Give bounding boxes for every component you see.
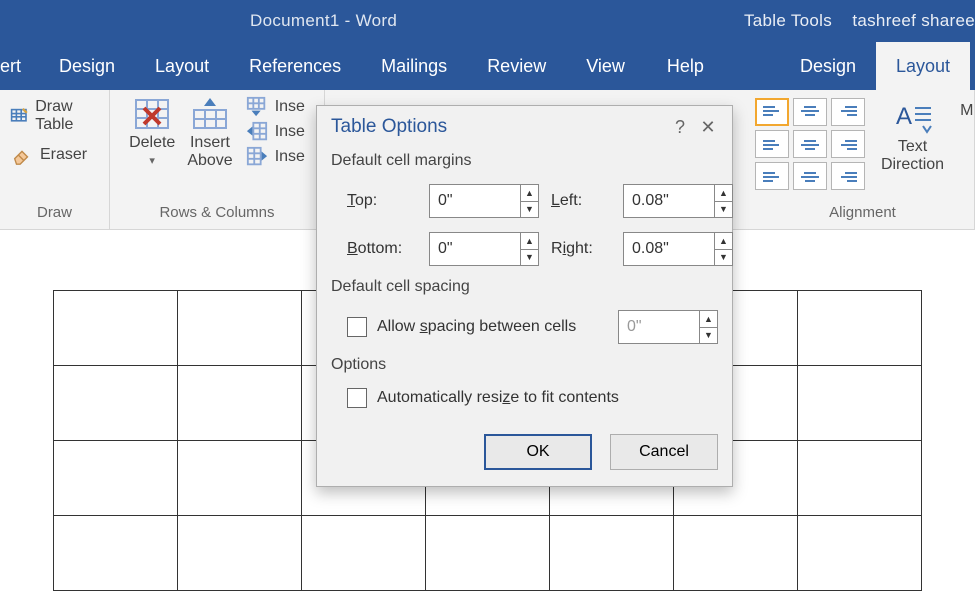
svg-text:A: A [896, 103, 912, 130]
spin-left[interactable]: 0.08"▲▼ [623, 184, 733, 218]
insert-below-button[interactable]: Inse [245, 96, 305, 118]
align-top-left[interactable] [755, 98, 789, 126]
chevron-down-icon: ▾ [149, 154, 155, 167]
tab-help[interactable]: Help [645, 42, 726, 90]
insert-above-button[interactable]: InsertAbove [187, 94, 232, 169]
spin-up-icon[interactable]: ▲ [714, 185, 732, 202]
alignment-grid [755, 98, 865, 190]
group-label-rows-cols: Rows & Columns [159, 200, 274, 229]
text-direction-icon: A [893, 100, 933, 136]
label-allow-spacing: Allow spacing between cells [377, 318, 576, 336]
section-margins: Default cell margins [331, 152, 718, 170]
tab-mailings[interactable]: Mailings [361, 42, 467, 90]
tab-tabletools-layout[interactable]: Layout [876, 42, 970, 90]
delete-button[interactable]: Delete ▾ [129, 94, 175, 167]
document-title: Document1 - Word [250, 11, 397, 31]
spin-down-icon[interactable]: ▼ [520, 202, 538, 218]
insert-below-icon [245, 96, 269, 118]
tab-spacer [726, 42, 780, 90]
label-auto-resize: Automatically resize to fit contents [377, 389, 619, 407]
eraser-button[interactable]: Eraser [10, 144, 87, 166]
group-label-draw: Draw [37, 200, 72, 229]
label-left: Left: [551, 192, 611, 210]
insert-right-button[interactable]: Inse [245, 146, 305, 168]
spin-up-icon[interactable]: ▲ [699, 311, 717, 328]
spin-spacing: 0"▲▼ [618, 310, 718, 344]
spin-down-icon[interactable]: ▼ [714, 202, 732, 218]
insert-left-button[interactable]: Inse [245, 121, 305, 143]
label-right: Right: [551, 240, 611, 258]
spin-top[interactable]: 0"▲▼ [429, 184, 539, 218]
tab-references[interactable]: References [229, 42, 361, 90]
tab-tabletools-design[interactable]: Design [780, 42, 876, 90]
dialog-title: Table Options [331, 116, 447, 138]
spin-down-icon[interactable]: ▼ [699, 328, 717, 344]
margins-label-partial: M [960, 102, 973, 120]
text-direction-button[interactable]: A TextDirection [881, 98, 944, 173]
section-options: Options [331, 356, 718, 374]
align-bot-left[interactable] [755, 162, 789, 190]
table-tools-label: Table Tools [744, 11, 832, 31]
spin-up-icon[interactable]: ▲ [520, 185, 538, 202]
spin-up-icon[interactable]: ▲ [520, 233, 538, 250]
spin-up-icon[interactable]: ▲ [714, 233, 732, 250]
tab-insert-partial[interactable]: ert [0, 42, 39, 90]
eraser-icon [10, 144, 34, 166]
delete-icon [132, 96, 172, 132]
spin-down-icon[interactable]: ▼ [520, 250, 538, 266]
spin-right[interactable]: 0.08"▲▼ [623, 232, 733, 266]
align-mid-right[interactable] [831, 130, 865, 158]
section-spacing: Default cell spacing [331, 278, 718, 296]
dialog-close-button[interactable]: ✕ [694, 117, 722, 138]
insert-left-icon [245, 121, 269, 143]
spin-bottom[interactable]: 0"▲▼ [429, 232, 539, 266]
insert-above-icon [190, 96, 230, 132]
tab-view[interactable]: View [566, 42, 645, 90]
title-bar: Document1 - Word Table Tools tashreef sh… [0, 0, 975, 42]
group-label-alignment: Alignment [829, 200, 896, 229]
user-name: tashreef sharee [852, 11, 975, 31]
spin-down-icon[interactable]: ▼ [714, 250, 732, 266]
label-bottom: Bottom: [347, 240, 417, 258]
align-mid-center[interactable] [793, 130, 827, 158]
align-mid-left[interactable] [755, 130, 789, 158]
align-bot-right[interactable] [831, 162, 865, 190]
tab-design[interactable]: Design [39, 42, 135, 90]
draw-table-button[interactable]: Draw Table [10, 98, 99, 134]
tab-review[interactable]: Review [467, 42, 566, 90]
checkbox-auto-resize[interactable] [347, 388, 367, 408]
cancel-button[interactable]: Cancel [610, 434, 718, 470]
checkbox-allow-spacing[interactable] [347, 317, 367, 337]
insert-right-icon [245, 146, 269, 168]
tab-layout[interactable]: Layout [135, 42, 229, 90]
align-bot-center[interactable] [793, 162, 827, 190]
align-top-center[interactable] [793, 98, 827, 126]
ribbon-tabs: ert Design Layout References Mailings Re… [0, 42, 975, 90]
label-top: Top: [347, 192, 417, 210]
dialog-help-button[interactable]: ? [666, 117, 694, 138]
align-top-right[interactable] [831, 98, 865, 126]
draw-table-icon [10, 105, 29, 127]
table-options-dialog: Table Options ? ✕ Default cell margins T… [316, 105, 733, 487]
ok-button[interactable]: OK [484, 434, 592, 470]
